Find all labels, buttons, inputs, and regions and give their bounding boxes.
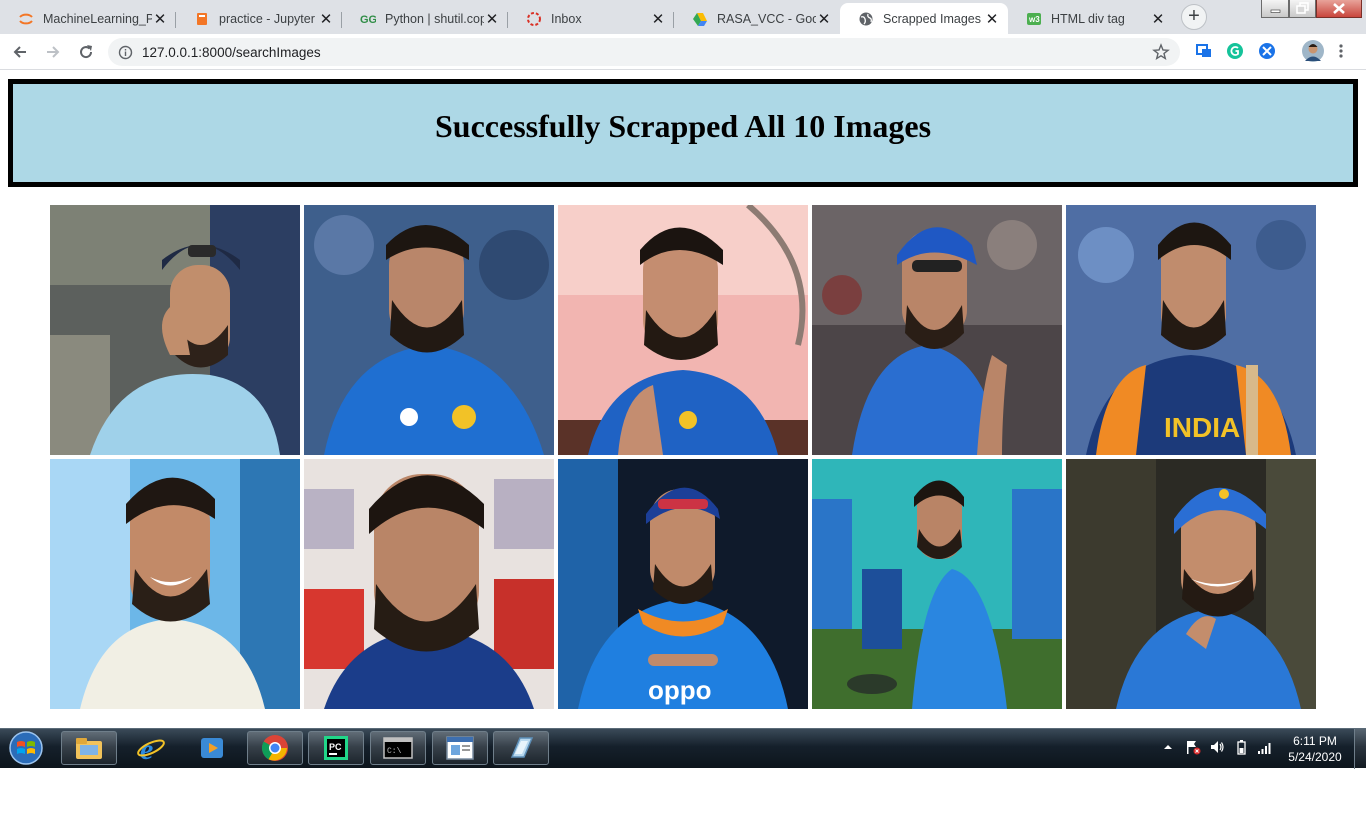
close-icon[interactable]: ✕ — [984, 10, 1000, 28]
scraped-image-1[interactable] — [50, 205, 300, 455]
tab-title: practice - Jupyter N — [219, 11, 318, 26]
grammarly-icon[interactable] — [1226, 42, 1244, 60]
jupyter-icon — [18, 11, 34, 27]
scraped-image-5[interactable]: INDIA — [1066, 205, 1316, 455]
scraped-image-4[interactable] — [812, 205, 1062, 455]
svg-text:oppo: oppo — [648, 675, 712, 705]
windows-logo-icon — [9, 731, 43, 765]
heading-banner: Successfully Scrapped All 10 Images — [8, 79, 1358, 187]
scraped-image-10[interactable] — [1066, 459, 1316, 709]
restore-button[interactable] — [1289, 0, 1316, 18]
chrome-icon — [261, 735, 288, 761]
inbox-icon — [526, 11, 542, 27]
notebook-icon — [194, 11, 210, 27]
clock-time: 6:11 PM — [1293, 734, 1337, 748]
tab-python-shutil[interactable]: GG Python | shutil.copy ✕ — [342, 3, 508, 34]
scraped-image-2[interactable] — [304, 205, 554, 455]
tab-title: Scrapped Images — [883, 11, 981, 26]
reload-icon — [80, 45, 93, 59]
browser-toolbar: 127.0.0.1:8000/searchImages — [0, 34, 1366, 70]
taskbar-explorer[interactable] — [61, 731, 117, 765]
taskbar-media-player[interactable] — [184, 731, 240, 765]
network-signal-icon[interactable] — [1257, 739, 1273, 755]
info-icon[interactable] — [118, 45, 133, 65]
globe-icon — [858, 11, 874, 27]
taskbar-internet-explorer[interactable]: e — [123, 731, 179, 765]
tab-title: HTML div tag — [1051, 11, 1125, 26]
extension-icon[interactable] — [1258, 42, 1276, 60]
volume-icon[interactable] — [1209, 739, 1225, 755]
tab-title: Python | shutil.copy — [385, 11, 484, 26]
start-button[interactable] — [6, 730, 46, 766]
tab-title: MachineLearning_P — [43, 11, 152, 26]
battery-icon[interactable] — [1235, 739, 1247, 755]
taskbar-app[interactable] — [493, 731, 549, 765]
new-tab-button[interactable]: + — [1181, 4, 1207, 30]
close-icon[interactable]: ✕ — [650, 10, 666, 28]
geeksforgeeks-icon: GG — [360, 11, 376, 27]
back-button[interactable] — [8, 40, 32, 64]
pycharm-icon: PC — [324, 736, 348, 760]
internet-explorer-icon: e — [137, 733, 165, 763]
image-gallery: INDIA oppo — [50, 205, 1320, 713]
svg-text:w3: w3 — [1028, 15, 1040, 24]
minimize-button[interactable] — [1261, 0, 1289, 18]
scraped-image-8[interactable]: oppo — [558, 459, 808, 709]
taskbar-chrome[interactable] — [247, 731, 303, 765]
back-arrow-icon — [13, 46, 26, 58]
tab-rasa-vcc[interactable]: RASA_VCC - Googl ✕ — [674, 3, 840, 34]
tab-inbox[interactable]: Inbox ✕ — [508, 3, 674, 34]
menu-icon[interactable] — [1336, 42, 1346, 60]
close-window-button[interactable] — [1316, 0, 1362, 18]
scraped-image-7[interactable] — [304, 459, 554, 709]
window-app-icon — [446, 736, 474, 760]
close-icon[interactable]: ✕ — [152, 10, 168, 28]
media-player-icon — [201, 738, 223, 758]
close-icon[interactable]: ✕ — [816, 10, 832, 28]
scraped-image-3[interactable] — [558, 205, 808, 455]
taskbar-command-prompt[interactable]: C:\ — [370, 731, 426, 765]
tab-machinelearning[interactable]: MachineLearning_P ✕ — [0, 3, 176, 34]
tab-practice-jupyter[interactable]: practice - Jupyter N ✕ — [176, 3, 342, 34]
close-icon[interactable]: ✕ — [318, 10, 334, 28]
svg-text:GG: GG — [360, 14, 376, 26]
terminal-icon: C:\ — [383, 737, 413, 759]
svg-text:C:\: C:\ — [387, 747, 402, 756]
tab-title: RASA_VCC - Googl — [717, 11, 816, 26]
tab-html-div[interactable]: w3 HTML div tag ✕ — [1008, 3, 1174, 34]
close-icon[interactable]: ✕ — [1150, 10, 1166, 28]
forward-button[interactable] — [41, 40, 65, 64]
app-icon — [510, 737, 534, 758]
taskbar-pycharm[interactable]: PC — [308, 731, 364, 765]
cast-extension-icon[interactable] — [1195, 42, 1213, 60]
page-title: Successfully Scrapped All 10 Images — [434, 108, 932, 144]
google-drive-icon — [692, 11, 708, 27]
bookmark-star-icon[interactable] — [1152, 43, 1170, 66]
tab-scrapped-images[interactable]: Scrapped Images ✕ — [840, 3, 1008, 34]
svg-text:PC: PC — [329, 742, 342, 752]
avatar[interactable] — [1302, 40, 1324, 62]
action-center-flag-icon[interactable] — [1185, 739, 1201, 755]
svg-text:INDIA: INDIA — [1164, 412, 1240, 443]
system-clock[interactable]: 6:11 PM 5/24/2020 — [1280, 733, 1350, 765]
scraped-image-9[interactable] — [812, 459, 1062, 709]
scraped-image-6[interactable] — [50, 459, 300, 709]
clock-date: 5/24/2020 — [1288, 750, 1342, 764]
tray-overflow-icon[interactable] — [1163, 739, 1173, 755]
url-text: 127.0.0.1:8000/searchImages — [142, 45, 321, 60]
taskbar: e PC C:\ 6:11 PM 5/24/2020 — [0, 728, 1366, 769]
close-icon[interactable]: ✕ — [484, 10, 500, 28]
forward-arrow-icon — [47, 46, 60, 58]
w3schools-icon: w3 — [1026, 11, 1042, 27]
reload-button[interactable] — [74, 40, 98, 64]
address-bar[interactable]: 127.0.0.1:8000/searchImages — [108, 38, 1180, 66]
folder-icon — [76, 738, 102, 759]
tab-strip: MachineLearning_P ✕ practice - Jupyter N… — [0, 0, 1366, 34]
show-desktop-button[interactable] — [1354, 729, 1366, 769]
tab-title: Inbox — [551, 11, 582, 26]
taskbar-window-app[interactable] — [432, 731, 488, 765]
